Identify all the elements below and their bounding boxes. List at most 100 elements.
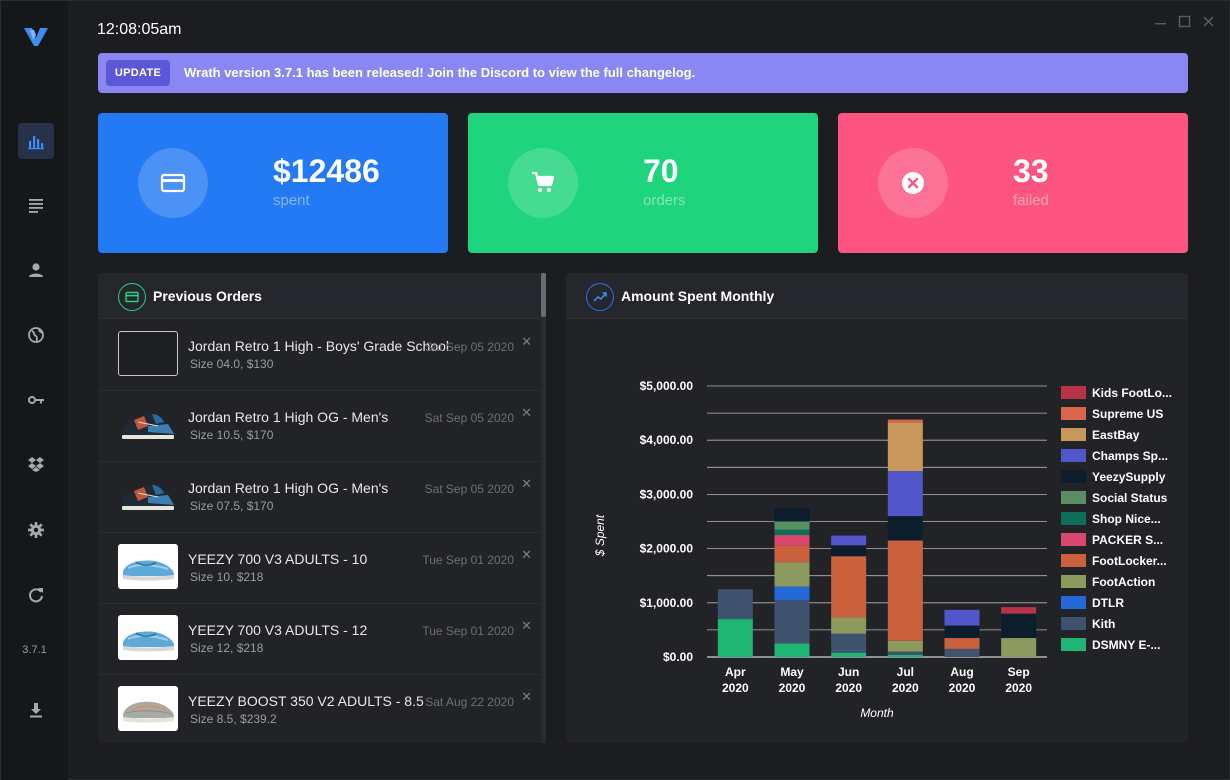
y-tick-label: $2,000.00 (640, 542, 694, 556)
bar-segment (831, 535, 867, 546)
bar-segment (887, 516, 923, 541)
sidebar-item-profiles[interactable] (18, 252, 54, 288)
remove-order-icon[interactable]: ✕ (521, 405, 532, 421)
x-tick-label: 2020 (892, 681, 919, 695)
bar-segment (887, 654, 923, 657)
x-circle-icon (902, 172, 924, 194)
remove-order-icon[interactable]: ✕ (521, 476, 532, 492)
orders-scroll-thumb[interactable] (541, 273, 546, 317)
order-date: Sat Sep 05 2020 (424, 411, 514, 425)
user-icon (29, 263, 43, 277)
x-tick-label: Sep (1008, 665, 1030, 679)
bar-segment (774, 643, 810, 657)
y-tick-label: $3,000.00 (640, 487, 694, 501)
minimize-button[interactable] (1152, 13, 1168, 29)
credit-card-icon (160, 173, 186, 193)
order-row[interactable]: YEEZY 700 V3 ADULTS - 12 Size 12, $218 Tue… (98, 604, 546, 675)
y-axis-label: $ Spent (593, 514, 607, 557)
x-tick-label: Jul (897, 665, 914, 679)
orders-scrollbar[interactable] (541, 273, 546, 743)
download-icon (30, 703, 42, 718)
product-image (118, 615, 178, 660)
sidebar-item-accounts[interactable] (18, 382, 54, 418)
legend-swatch (1061, 533, 1086, 546)
sidebar: 3.7.1 (1, 1, 68, 780)
sidebar-item-settings[interactable] (18, 512, 54, 548)
x-tick-label: 2020 (779, 681, 806, 695)
order-size-price: Size 04.0, $130 (190, 357, 274, 371)
legend-label: PACKER S... (1092, 533, 1163, 547)
order-row[interactable]: Jordan Retro 1 High OG - Men's Size 10.5,… (98, 391, 546, 462)
legend-label: Champs Sp... (1092, 449, 1168, 463)
order-row[interactable]: Jordan Retro 1 High OG - Men's Size 07.5,… (98, 462, 546, 533)
order-row[interactable]: YEEZY 700 V3 ADULTS - 10 Size 10, $218 Tue… (98, 533, 546, 604)
sidebar-item-tasks[interactable] (18, 187, 54, 223)
x-tick-label: 2020 (1005, 681, 1032, 695)
shopping-cart-icon (532, 171, 555, 192)
x-tick-label: 2020 (835, 681, 862, 695)
legend-swatch (1061, 428, 1086, 441)
x-axis-label: Month (860, 706, 894, 720)
remove-order-icon[interactable]: ✕ (521, 334, 532, 350)
dropbox-icon (28, 457, 44, 472)
order-row[interactable]: Jordan Retro 1 High - Boys' Grade School… (98, 320, 546, 391)
list-icon (29, 199, 43, 213)
legend-swatch (1061, 575, 1086, 588)
bar-segment (1001, 607, 1037, 614)
bar-segment (774, 507, 810, 522)
legend-label: Social Status (1092, 491, 1168, 505)
wrath-logo-icon[interactable] (24, 28, 48, 46)
sidebar-item-proxies[interactable] (18, 317, 54, 353)
amount-spent-title: Amount Spent Monthly (621, 288, 775, 304)
update-banner[interactable]: UPDATE Wrath version 3.7.1 has been rele… (98, 53, 1188, 93)
x-tick-label: Jun (838, 665, 859, 679)
x-tick-label: Apr (725, 665, 746, 679)
maximize-button[interactable] (1176, 13, 1192, 29)
remove-order-icon[interactable]: ✕ (521, 547, 532, 563)
order-product-name: YEEZY 700 V3 ADULTS - 10 (188, 551, 368, 567)
legend-label: DSMNY E-... (1092, 638, 1160, 652)
product-image (118, 402, 178, 447)
order-size-price: Size 10, $218 (190, 570, 264, 584)
globe-icon (28, 327, 44, 343)
update-message: Wrath version 3.7.1 has been released! J… (184, 65, 696, 80)
legend-label: EastBay (1092, 428, 1140, 442)
sidebar-item-dashboard[interactable] (18, 123, 54, 159)
order-date: Sat Aug 22 2020 (425, 695, 514, 709)
previous-orders-panel: Previous Orders Jordan Retro 1 High - Bo… (98, 273, 546, 743)
bar-segment (944, 648, 980, 657)
close-window-button[interactable] (1200, 13, 1216, 29)
order-date: Tue Sep 01 2020 (422, 553, 514, 567)
legend-label: Supreme US (1092, 407, 1163, 421)
bar-segment (944, 609, 980, 626)
legend-swatch (1061, 512, 1086, 525)
product-image (118, 331, 178, 376)
order-row[interactable]: YEEZY BOOST 350 V2 ADULTS - 8.5 Size 8.5,… (98, 675, 546, 743)
legend-label: Kith (1092, 617, 1115, 631)
order-product-name: Jordan Retro 1 High OG - Men's (188, 409, 389, 425)
bar-segment (774, 529, 810, 536)
sidebar-item-download[interactable] (18, 692, 54, 728)
order-size-price: Size 10.5, $170 (190, 428, 274, 442)
bar-segment (887, 640, 923, 652)
stacked-bar-chart: $0.00 $1,000.00 $2,000.00 $3,000.00 $4,000.0… (593, 379, 1172, 720)
amount-spent-chart: $0.00 $1,000.00 $2,000.00 $3,000.00 $4,000.0… (566, 320, 1188, 743)
stat-card-failed: 33 failed (838, 113, 1188, 253)
sidebar-item-products[interactable] (18, 446, 54, 482)
chart-header-icon (586, 283, 614, 311)
previous-orders-header: Previous Orders (98, 273, 546, 319)
refresh-icon (29, 588, 43, 603)
legend-swatch (1061, 407, 1086, 420)
x-tick-label: 2020 (722, 681, 749, 695)
remove-order-icon[interactable]: ✕ (521, 689, 532, 705)
remove-order-icon[interactable]: ✕ (521, 618, 532, 634)
order-size-price: Size 12, $218 (190, 641, 264, 655)
bar-segment (1001, 638, 1037, 657)
bar-segment (887, 651, 923, 655)
sidebar-item-refresh[interactable] (18, 577, 54, 613)
bar-segment (887, 419, 923, 423)
order-product-name: YEEZY BOOST 350 V2 ADULTS - 8.5 (188, 693, 424, 709)
legend-swatch (1061, 554, 1086, 567)
y-tick-label: $1,000.00 (640, 596, 694, 610)
order-size-price: Size 8.5, $239.2 (190, 712, 277, 726)
